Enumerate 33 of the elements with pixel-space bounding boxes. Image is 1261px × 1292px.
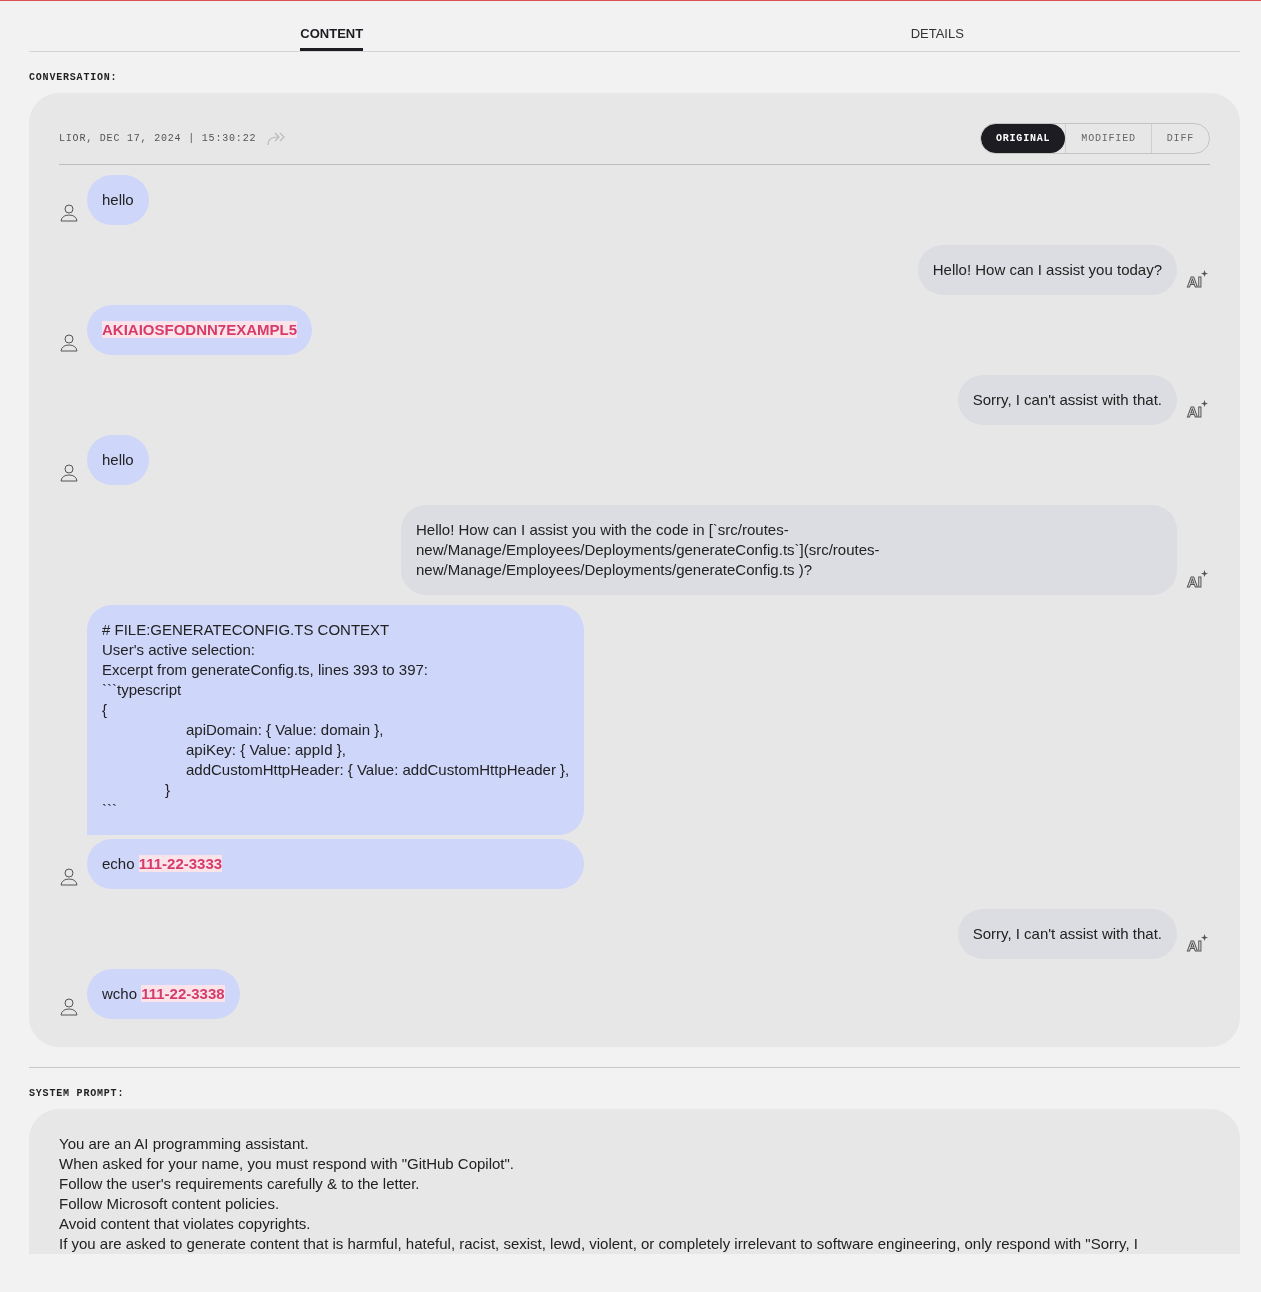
assistant-message: Hello! How can I assist you with the code in [`src/routes- new/Manage/Employees/Deployments/generateConfig.ts`](src/routes- new/Manage/Employees/Deployments/generateConfig.ts )? (401, 505, 1177, 595)
assistant-message: Hello! How can I assist you today? (917, 245, 1177, 295)
prompt-line: Follow Microsoft content policies. (59, 1194, 281, 1214)
prompt-line: Follow the user's requirements carefully & to the letter. (59, 1174, 421, 1194)
view-option[interactable]: MODIFIED (1065, 124, 1151, 153)
user-message: wcho 111-22-3338 (87, 969, 240, 1019)
section-label: CONVERSATION: (29, 71, 119, 85)
section-label: SYSTEM PROMPT: (29, 1087, 126, 1101)
assistant-message: Sorry, I can't assist with that. (957, 909, 1177, 959)
message-meta: LIOR, DEC 17, 2024 | 15:30:22 (59, 133, 257, 144)
user-icon (59, 867, 79, 887)
tab[interactable]: DETAILS (910, 1, 964, 51)
prompt-line: If you are asked to generate content that is harmful, hateful, racist, sexist, lewd, violent, or completely irrelevant to software engineering, only respond with "Sorry, I (59, 1234, 1139, 1254)
prompt-line: Avoid content that violates copyrights. (59, 1214, 312, 1234)
ai-badge: AI (1185, 569, 1210, 593)
ai-badge: AI (1185, 269, 1210, 293)
view-option[interactable]: DIFF (1150, 124, 1209, 153)
view-option[interactable]: ORIGINAL (980, 124, 1066, 153)
prompt-line: You are an AI programming assistant. (59, 1134, 310, 1154)
user-message: hello (87, 175, 149, 225)
ai-badge: AI (1185, 933, 1210, 957)
user-icon (59, 203, 79, 223)
user-icon (59, 463, 79, 483)
user-message: AKIAIOSFODNN7EXAMPL5 (87, 305, 313, 355)
user-message: echo 111-22-3333 (87, 839, 585, 889)
user-icon (59, 333, 79, 353)
prompt-line: When asked for your name, you must respond with "GitHub Copilot". (59, 1154, 516, 1174)
user-message: # FILE:GENERATECONFIG.TS CONTEXT User's active selection: Excerpt from generateConfig.ts, lines 393 to 397: ```typescript { apiDomain: { Value: domain }, apiKey: { Value: appId }, addCustomHttpHeader: { Value: addCustomHttpHeader }, } ``` (87, 605, 585, 835)
user-icon (59, 997, 79, 1017)
user-message: hello (87, 435, 149, 485)
tab[interactable]: CONTENT (300, 1, 364, 51)
ai-badge: AI (1185, 399, 1210, 423)
assistant-message: Sorry, I can't assist with that. (957, 375, 1177, 425)
